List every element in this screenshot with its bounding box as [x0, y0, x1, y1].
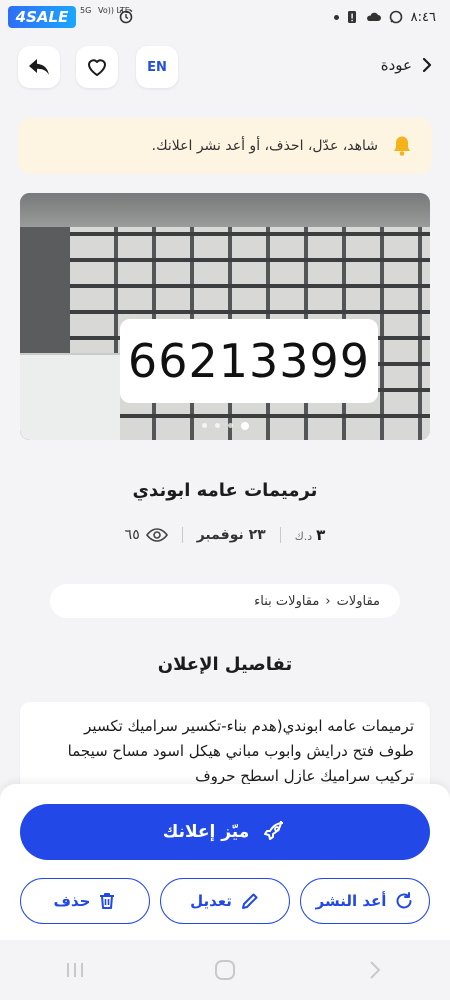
photo-ceiling: [20, 193, 430, 227]
share-button[interactable]: [18, 46, 60, 88]
description-line: طوف فتح درايش وابوب مباني هيكل اسود مساح…: [67, 742, 414, 760]
price-currency: د.ك: [294, 530, 313, 543]
page-dot[interactable]: [214, 423, 220, 428]
clock-time: ٨:٤٦: [410, 9, 436, 25]
back-button[interactable]: عودة: [381, 56, 432, 74]
trash-icon: [100, 893, 115, 909]
breadcrumb-item[interactable]: مقاولات بناء: [254, 594, 319, 609]
action-panel: ميّز إعلانك أعد النشر تعديل حذف: [0, 784, 450, 940]
gallery-pagination: [20, 422, 430, 430]
delete-label: حذف: [53, 892, 91, 910]
app-logo: 4SALE: [8, 6, 76, 28]
home-button[interactable]: [205, 955, 245, 985]
description-text: ترميمات عامه ابوندي(هدم بناء-تكسير سرامي…: [20, 702, 430, 789]
recent-apps-icon: [67, 963, 83, 977]
divider: [181, 527, 183, 543]
nav-back-icon: [370, 961, 381, 979]
page-dot[interactable]: [201, 423, 207, 428]
edit-button[interactable]: تعديل: [160, 878, 290, 924]
favorite-button[interactable]: [76, 46, 118, 88]
listing-title: ترميمات عامه ابوندي: [132, 480, 318, 501]
image-gallery[interactable]: 66213399: [20, 193, 430, 440]
refresh-icon: [396, 892, 412, 909]
republish-label: أعد النشر: [315, 892, 387, 910]
eye-icon: [145, 528, 168, 542]
divider: [279, 527, 281, 543]
price: ٣د.ك: [295, 526, 326, 544]
description-line: ترميمات عامه ابوندي(هدم بناء-تكسير سرامي…: [84, 717, 414, 735]
price-value: ٣: [316, 526, 326, 544]
cloud-icon: [366, 12, 381, 21]
rocket-icon: [264, 820, 284, 840]
whatsapp-icon: [389, 10, 402, 24]
edit-label: تعديل: [190, 892, 232, 910]
top-bar: EN عودة: [0, 34, 450, 100]
breadcrumb-item[interactable]: مقاولات: [337, 594, 380, 609]
system-back-button[interactable]: [355, 955, 395, 985]
page-dot-active[interactable]: [240, 422, 249, 430]
ad-actions: أعد النشر تعديل حذف: [20, 878, 430, 924]
delete-button[interactable]: حذف: [20, 878, 150, 924]
back-label: عودة: [380, 56, 412, 74]
status-icons: ٨:٤٦: [333, 8, 436, 26]
network-5g-label: 5G: [80, 6, 92, 15]
republish-button[interactable]: أعد النشر: [300, 878, 430, 924]
pencil-icon: [241, 893, 258, 909]
notification-dot-icon: [333, 14, 339, 20]
promote-label: ميّز إعلانك: [162, 822, 250, 842]
listing-meta: ٣د.ك ٢٣ نوفمبر ٦٥: [0, 524, 450, 546]
details-section-title: تفاصيل الإعلان: [157, 654, 293, 675]
promote-ad-button[interactable]: ميّز إعلانك: [20, 804, 430, 860]
language-toggle-button[interactable]: EN: [136, 46, 178, 88]
post-date: ٢٣ نوفمبر: [196, 527, 266, 543]
page-dot[interactable]: [227, 423, 233, 428]
views-count: ٦٥: [125, 527, 168, 543]
home-icon: [215, 960, 235, 980]
heart-icon: [88, 59, 106, 76]
notice-text: شاهد، عدّل، احذف، أو أعد نشر اعلانك.: [151, 138, 378, 154]
phone-number-overlay: 66213399: [120, 319, 378, 403]
battery-warning-icon: [347, 11, 356, 23]
breadcrumb-separator: ‹: [325, 593, 331, 609]
share-icon: [29, 59, 49, 75]
recent-apps-button[interactable]: [55, 955, 95, 985]
views-value: ٦٥: [124, 527, 140, 543]
chevron-right-icon: [422, 57, 432, 73]
alarm-icon: [119, 8, 133, 24]
system-nav-bar: [0, 940, 450, 1000]
bell-icon: [394, 136, 410, 156]
breadcrumb: مقاولات ‹ مقاولات بناء: [50, 584, 400, 618]
manage-ad-notice: شاهد، عدّل، احذف، أو أعد نشر اعلانك.: [18, 118, 432, 174]
status-bar: 4SALE 5G Vo)) LTE ٨:٤٦: [0, 0, 450, 34]
